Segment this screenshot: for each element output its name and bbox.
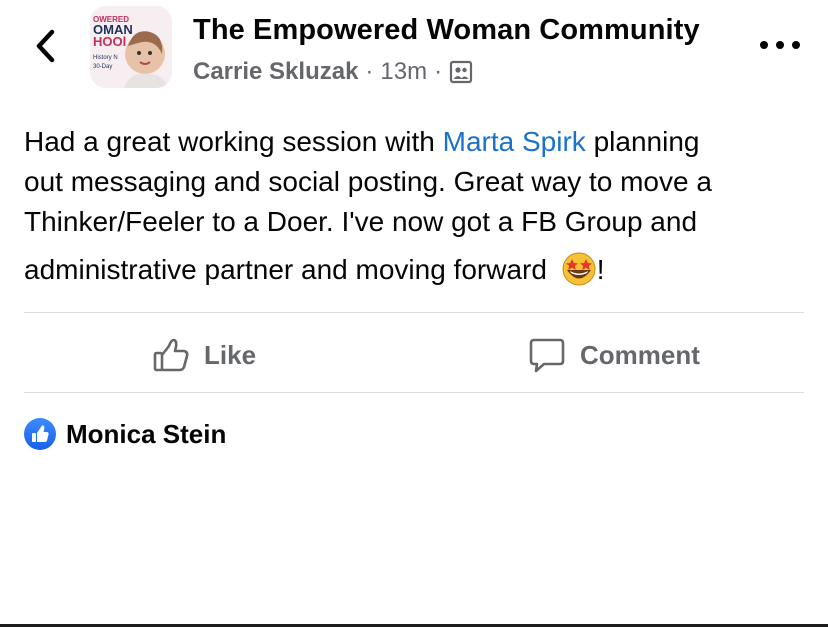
post-text-segment: planning [585, 126, 700, 157]
more-dot [760, 41, 768, 49]
group-avatar[interactable]: OWERED OMAN HOOl History N 30-Day [90, 6, 172, 88]
timestamp[interactable]: 13m [380, 58, 427, 86]
comment-button[interactable]: Comment [528, 332, 700, 378]
avatar-text-5: 30-Day [93, 64, 112, 70]
divider-top [24, 312, 804, 313]
star-struck-emoji [562, 252, 596, 286]
mention-link[interactable]: Marta Spirk [443, 126, 586, 157]
thumbs-up-outline-icon [153, 338, 189, 372]
reactor-name[interactable]: Monica Stein [66, 419, 226, 450]
post-line-1: Had a great working session with Marta S… [24, 122, 809, 162]
group-logo-image: OWERED OMAN HOOl History N 30-Day [90, 6, 172, 88]
post-line-2: out messaging and social posting. Great … [24, 166, 712, 197]
comment-label: Comment [580, 339, 700, 370]
like-label: Like [204, 339, 257, 370]
post-line-3: Thinker/Feeler to a Doer. I've now got a… [24, 206, 698, 237]
post-meta: Carrie Skluzak · 13m · [193, 58, 473, 86]
group-name[interactable]: The Empowered Woman Community [193, 14, 700, 47]
like-reaction-icon [24, 418, 56, 450]
thumbs-up-icon [32, 425, 49, 442]
avatar-text-4: History N [93, 55, 118, 61]
like-button[interactable]: Like [152, 332, 256, 378]
divider-bottom [24, 392, 804, 393]
post-text-segment: ! [596, 254, 605, 285]
meta-separator-2: · [434, 58, 443, 85]
more-options-button[interactable] [760, 36, 800, 54]
post-header: OWERED OMAN HOOl History N 30-Day The Em… [0, 0, 828, 110]
group-icon [450, 60, 473, 84]
more-dot [792, 41, 800, 49]
meta-separator: · [365, 58, 374, 85]
post-text-segment: Had a great working session with [24, 126, 443, 157]
speech-bubble-icon [529, 338, 565, 373]
reactions-summary[interactable]: Monica Stein [24, 418, 226, 450]
post-line-4: administrative partner and moving forwar… [24, 250, 809, 290]
author-name[interactable]: Carrie Skluzak [193, 58, 358, 86]
chevron-left-icon [36, 29, 55, 63]
post-body: Had a great working session with Marta S… [24, 122, 809, 290]
more-dot [776, 41, 784, 49]
avatar-text-3: HOOl [93, 34, 126, 49]
back-button[interactable] [30, 26, 62, 66]
post-text-segment: administrative partner and moving forwar… [24, 254, 555, 285]
